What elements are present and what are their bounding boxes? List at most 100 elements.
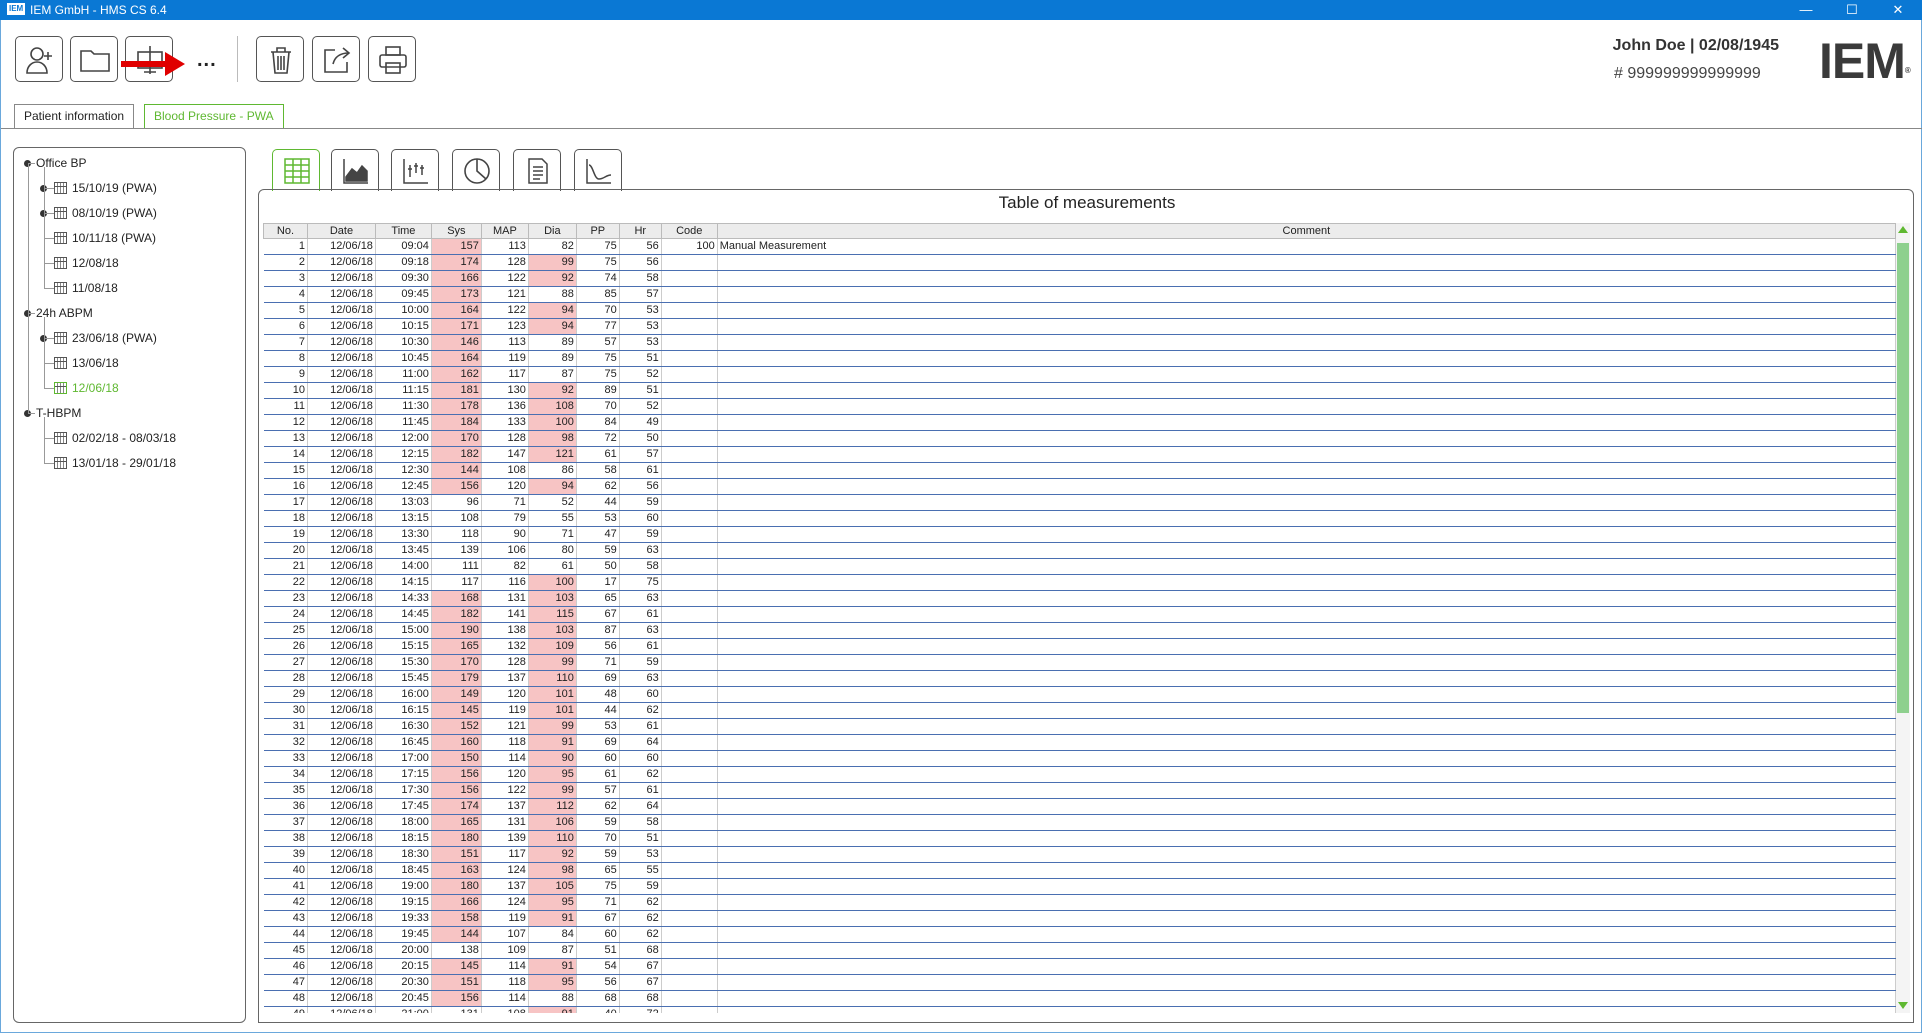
cell-pp: 59	[576, 542, 620, 559]
cell-code	[661, 734, 718, 751]
minimize-button[interactable]: —	[1784, 0, 1828, 20]
table-row[interactable]: 17 12/06/18 13:03 96 71 52 44 59	[263, 494, 1896, 511]
table-row[interactable]: 40 12/06/18 18:45 163 124 98 65 55	[263, 862, 1896, 879]
cell-hr: 62	[619, 702, 662, 719]
table-row[interactable]: 4912/06/1821:00131108914072	[263, 1006, 1896, 1013]
column-header-dia[interactable]: Dia	[527, 223, 577, 239]
table-row[interactable]: 10 12/06/18 11:15 181 130 92 89 51	[263, 382, 1896, 399]
table-row[interactable]: 6 12/06/18 10:15 171 123 94 77 53	[263, 318, 1896, 335]
table-row[interactable]: 20 12/06/18 13:45 139 106 80 59 63	[263, 542, 1896, 559]
cell-code	[661, 958, 718, 975]
table-row[interactable]: 11 12/06/18 11:30 178 136 108 70 52	[263, 398, 1896, 415]
table-row[interactable]: 32 12/06/18 16:45 160 118 91 69 64	[263, 734, 1896, 751]
table-row[interactable]: 46 12/06/18 20:15 145 114 91 54 67	[263, 958, 1896, 975]
tab-patient-information[interactable]: Patient information	[14, 104, 135, 128]
table-row[interactable]: 2 12/06/18 09:18 174 128 99 75 56	[263, 254, 1896, 271]
tree-group-t-hbpm[interactable]: T-HBPM	[14, 405, 234, 421]
table-row[interactable]: 22 12/06/18 14:15 117 116 100 17 75	[263, 574, 1896, 591]
table-row[interactable]: 21 12/06/18 14:00 111 82 61 50 58	[263, 558, 1896, 575]
table-row[interactable]: 1 12/06/18 09:04 157 113 82 75 56 100 Manual Meas…	[263, 238, 1896, 255]
table-row[interactable]: 24 12/06/18 14:45 182 141 115 67 61	[263, 606, 1896, 623]
table-row[interactable]: 19 12/06/18 13:30 118 90 71 47 59	[263, 526, 1896, 543]
area-chart-tab[interactable]	[331, 149, 379, 191]
tab-blood-pressure-pwa[interactable]: Blood Pressure - PWA	[144, 104, 284, 128]
table-row[interactable]: 37 12/06/18 18:00 165 131 106 59 58	[263, 814, 1896, 831]
column-header-map[interactable]: MAP	[480, 223, 529, 239]
cell-map: 117	[481, 846, 529, 863]
table-row[interactable]: 45 12/06/18 20:00 138 109 87 51 68	[263, 942, 1896, 959]
column-header-comment[interactable]: Comment	[716, 223, 1896, 239]
table-row[interactable]: 28 12/06/18 15:45 179 137 110 69 63	[263, 670, 1896, 687]
export-button[interactable]	[312, 36, 360, 82]
column-header-no[interactable]: No.	[263, 223, 308, 239]
table-row[interactable]: 14 12/06/18 12:15 182 147 121 61 57	[263, 446, 1896, 463]
curve-tab[interactable]	[574, 149, 622, 191]
cell-pp: 17	[576, 574, 620, 591]
table-row[interactable]: 42 12/06/18 19:15 166 124 95 71 62	[263, 894, 1896, 911]
table-row[interactable]: 41 12/06/18 19:00 180 137 105 75 59	[263, 878, 1896, 895]
column-header-hr[interactable]: Hr	[618, 223, 662, 239]
scroll-down-icon[interactable]	[1898, 1002, 1908, 1009]
table-row[interactable]: 43 12/06/18 19:33 158 119 91 67 62	[263, 910, 1896, 927]
table-row[interactable]: 12 12/06/18 11:45 184 133 100 84 49	[263, 414, 1896, 431]
table-row[interactable]: 18 12/06/18 13:15 108 79 55 53 60	[263, 510, 1896, 527]
table-row[interactable]: 8 12/06/18 10:45 164 119 89 75 51	[263, 350, 1896, 367]
delete-button[interactable]	[256, 36, 304, 82]
table-row[interactable]: 3 12/06/18 09:30 166 122 92 74 58	[263, 270, 1896, 287]
maximize-button[interactable]: ☐	[1830, 0, 1874, 20]
table-row[interactable]: 16 12/06/18 12:45 156 120 94 62 56	[263, 478, 1896, 495]
table-row[interactable]: 36 12/06/18 17:45 174 137 112 62 64	[263, 798, 1896, 815]
cell-map: 79	[481, 510, 529, 527]
column-header-date[interactable]: Date	[306, 223, 376, 239]
tree-group-24h-abpm[interactable]: 24h ABPM	[14, 305, 234, 321]
cell-sys: 144	[431, 462, 482, 479]
print-button[interactable]	[368, 36, 416, 82]
add-patient-button[interactable]	[15, 36, 63, 82]
vertical-scrollbar[interactable]	[1896, 223, 1910, 1013]
table-row[interactable]: 15 12/06/18 12:30 144 108 86 58 61	[263, 462, 1896, 479]
report-tab[interactable]	[513, 149, 561, 191]
table-row[interactable]: 35 12/06/18 17:30 156 122 99 57 61	[263, 782, 1896, 799]
trash-icon	[271, 47, 291, 74]
table-row[interactable]: 9 12/06/18 11:00 162 117 87 75 52	[263, 366, 1896, 383]
box-plot-tab[interactable]	[391, 149, 439, 191]
cell-code	[661, 798, 718, 815]
table-row[interactable]: 31 12/06/18 16:30 152 121 99 53 61	[263, 718, 1896, 735]
table-row[interactable]: 29 12/06/18 16:00 149 120 101 48 60	[263, 686, 1896, 703]
table-row[interactable]: 48 12/06/18 20:45 156 114 88 68 68	[263, 990, 1896, 1007]
table-row[interactable]: 33 12/06/18 17:00 150 114 90 60 60	[263, 750, 1896, 767]
table-scroll-area[interactable]: No. Date Time Sys MAP Dia PP Hr Code Comment 1 12/…	[263, 223, 1896, 1013]
table-row[interactable]: 34 12/06/18 17:15 156 120 95 61 62	[263, 766, 1896, 783]
more-button[interactable]: ...	[197, 50, 217, 70]
pie-chart-tab[interactable]	[452, 149, 500, 191]
table-row[interactable]: 13 12/06/18 12:00 170 128 98 72 50	[263, 430, 1896, 447]
table-row[interactable]: 44 12/06/18 19:45 144 107 84 60 62	[263, 926, 1896, 943]
table-row[interactable]: 30 12/06/18 16:15 145 119 101 44 62	[263, 702, 1896, 719]
table-row[interactable]: 39 12/06/18 18:30 151 117 92 59 53	[263, 846, 1896, 863]
open-folder-button[interactable]	[70, 36, 118, 82]
scrollbar-thumb[interactable]	[1897, 243, 1909, 713]
cell-sys: 111	[431, 558, 482, 575]
table-row[interactable]: 25 12/06/18 15:00 190 138 103 87 63	[263, 622, 1896, 639]
scroll-up-icon[interactable]	[1898, 226, 1908, 233]
column-header-code[interactable]: Code	[660, 223, 718, 239]
table-row[interactable]: 27 12/06/18 15:30 170 128 99 71 59	[263, 654, 1896, 671]
cell-time: 19:33	[375, 910, 432, 927]
table-row[interactable]: 47 12/06/18 20:30 151 118 95 56 67	[263, 974, 1896, 991]
table-row[interactable]: 23 12/06/18 14:33 168 131 103 65 63	[263, 590, 1896, 607]
table-row[interactable]: 38 12/06/18 18:15 180 139 110 70 51	[263, 830, 1896, 847]
cell-map: 82	[481, 558, 529, 575]
cell-no: 29	[263, 686, 308, 703]
close-button[interactable]: ✕	[1876, 0, 1920, 20]
table-view-tab[interactable]	[272, 149, 320, 191]
table-row[interactable]: 4 12/06/18 09:45 173 121 88 85 57	[263, 286, 1896, 303]
cell-sys: 144	[431, 926, 482, 943]
tree-group-office-bp[interactable]: Office BP	[14, 155, 234, 171]
table-row[interactable]: 5 12/06/18 10:00 164 122 94 70 53	[263, 302, 1896, 319]
column-header-time[interactable]: Time	[374, 223, 432, 239]
column-header-pp[interactable]: PP	[575, 223, 620, 239]
table-row[interactable]: 26 12/06/18 15:15 165 132 109 56 61	[263, 638, 1896, 655]
table-row[interactable]: 7 12/06/18 10:30 146 113 89 57 53	[263, 334, 1896, 351]
column-header-sys[interactable]: Sys	[430, 223, 482, 239]
cell-map: 119	[481, 702, 529, 719]
